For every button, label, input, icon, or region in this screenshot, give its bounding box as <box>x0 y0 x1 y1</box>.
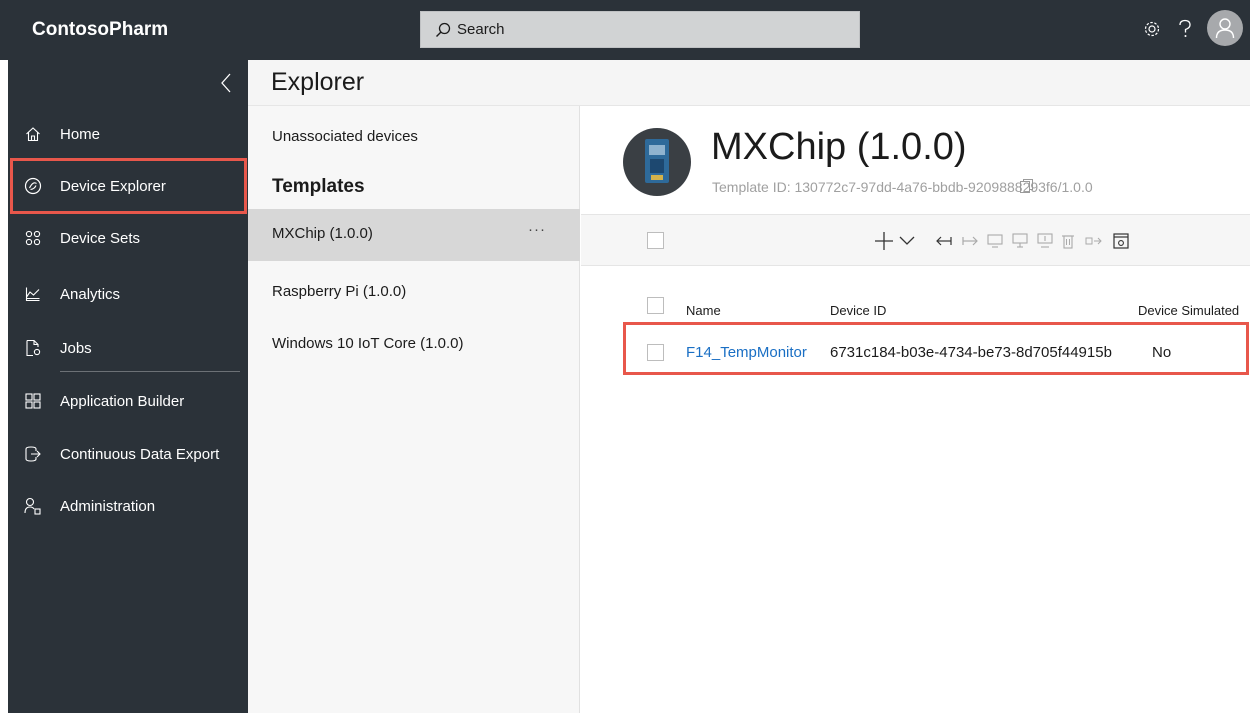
user-avatar-icon[interactable] <box>1207 10 1243 46</box>
sidebar-item-label: Administration <box>60 497 156 515</box>
template-item-label: MXChip (1.0.0) <box>272 225 373 242</box>
template-item-label: Windows 10 IoT Core (1.0.0) <box>272 335 464 352</box>
column-header-name[interactable]: Name <box>686 303 721 318</box>
copy-icon[interactable] <box>1019 178 1035 194</box>
data-export-icon <box>24 445 42 463</box>
sidebar-divider <box>60 371 240 372</box>
administration-icon <box>24 497 42 515</box>
template-item-label: Raspberry Pi (1.0.0) <box>272 283 407 300</box>
sidebar-item-application-builder[interactable]: Application Builder <box>8 375 248 427</box>
sidebar-item-label: Application Builder <box>60 392 185 410</box>
search-icon <box>435 22 451 38</box>
sidebar-item-label: Continuous Data Export <box>60 445 220 463</box>
column-header-device-simulated[interactable]: Device Simulated <box>1138 303 1239 318</box>
sidebar-item-continuous-data-export[interactable]: Continuous Data Export <box>8 428 248 480</box>
collapse-sidebar-icon[interactable] <box>220 72 240 96</box>
search-box[interactable]: Search <box>420 11 860 48</box>
templates-heading: Templates <box>272 176 365 197</box>
sidebar: Home Device Explorer Device Sets Analyti… <box>8 60 248 713</box>
block-icon[interactable] <box>986 232 1004 250</box>
sidebar-item-analytics[interactable]: Analytics <box>8 268 248 320</box>
template-item-raspberry-pi[interactable]: Raspberry Pi (1.0.0) <box>248 267 580 319</box>
sidebar-item-label: Device Sets <box>60 229 141 247</box>
delete-icon[interactable] <box>1060 232 1076 250</box>
select-all-checkbox[interactable] <box>647 297 664 314</box>
sidebar-item-home[interactable]: Home <box>8 108 248 160</box>
import-icon[interactable] <box>935 232 953 250</box>
migrate-icon[interactable] <box>1036 232 1054 250</box>
select-all-toolbar-checkbox[interactable] <box>647 232 664 249</box>
sidebar-item-label: Jobs <box>60 339 92 357</box>
sidebar-item-administration[interactable]: Administration <box>8 480 248 532</box>
unassociated-devices-link[interactable]: Unassociated devices <box>272 128 418 145</box>
sidebar-item-label: Analytics <box>60 285 121 303</box>
device-explorer-highlight <box>10 158 247 214</box>
device-image <box>623 128 691 196</box>
page-title: Explorer <box>271 68 365 96</box>
settings-icon[interactable] <box>1139 16 1165 42</box>
app-brand[interactable]: ContosoPharm <box>32 19 168 41</box>
explorer-panel: Unassociated devices Templates MXChip (1… <box>248 106 580 713</box>
search-placeholder: Search <box>457 21 505 38</box>
more-options-button[interactable]: ··· <box>528 221 546 238</box>
app-builder-icon <box>24 392 42 410</box>
analytics-icon <box>24 285 42 303</box>
help-icon[interactable] <box>1172 16 1198 42</box>
template-item-mxchip[interactable]: MXChip (1.0.0) ··· <box>248 209 580 261</box>
columns-icon[interactable] <box>1084 232 1104 250</box>
home-icon <box>24 125 42 143</box>
jobs-icon <box>24 339 42 357</box>
unblock-icon[interactable] <box>1011 232 1029 250</box>
add-icon[interactable] <box>874 232 894 250</box>
template-id: Template ID: 130772c7-97dd-4a76-bbdb-920… <box>712 179 1093 195</box>
device-toolbar <box>581 214 1250 266</box>
template-item-windows-iot[interactable]: Windows 10 IoT Core (1.0.0) <box>248 319 580 371</box>
explorer-header <box>248 60 1250 106</box>
device-template-title: MXChip (1.0.0) <box>711 126 967 168</box>
column-header-device-id[interactable]: Device ID <box>830 303 886 318</box>
settings-panel-icon[interactable] <box>1112 232 1130 250</box>
device-list-panel: MXChip (1.0.0) Template ID: 130772c7-97d… <box>581 106 1250 713</box>
chevron-down-icon[interactable] <box>899 232 915 250</box>
sidebar-item-device-sets[interactable]: Device Sets <box>8 212 248 264</box>
export-icon[interactable] <box>961 232 979 250</box>
top-bar: ContosoPharm Search <box>0 0 1250 60</box>
device-sets-icon <box>24 229 42 247</box>
device-row-highlight <box>623 322 1249 375</box>
sidebar-item-jobs[interactable]: Jobs <box>8 322 248 374</box>
sidebar-item-label: Home <box>60 125 101 143</box>
